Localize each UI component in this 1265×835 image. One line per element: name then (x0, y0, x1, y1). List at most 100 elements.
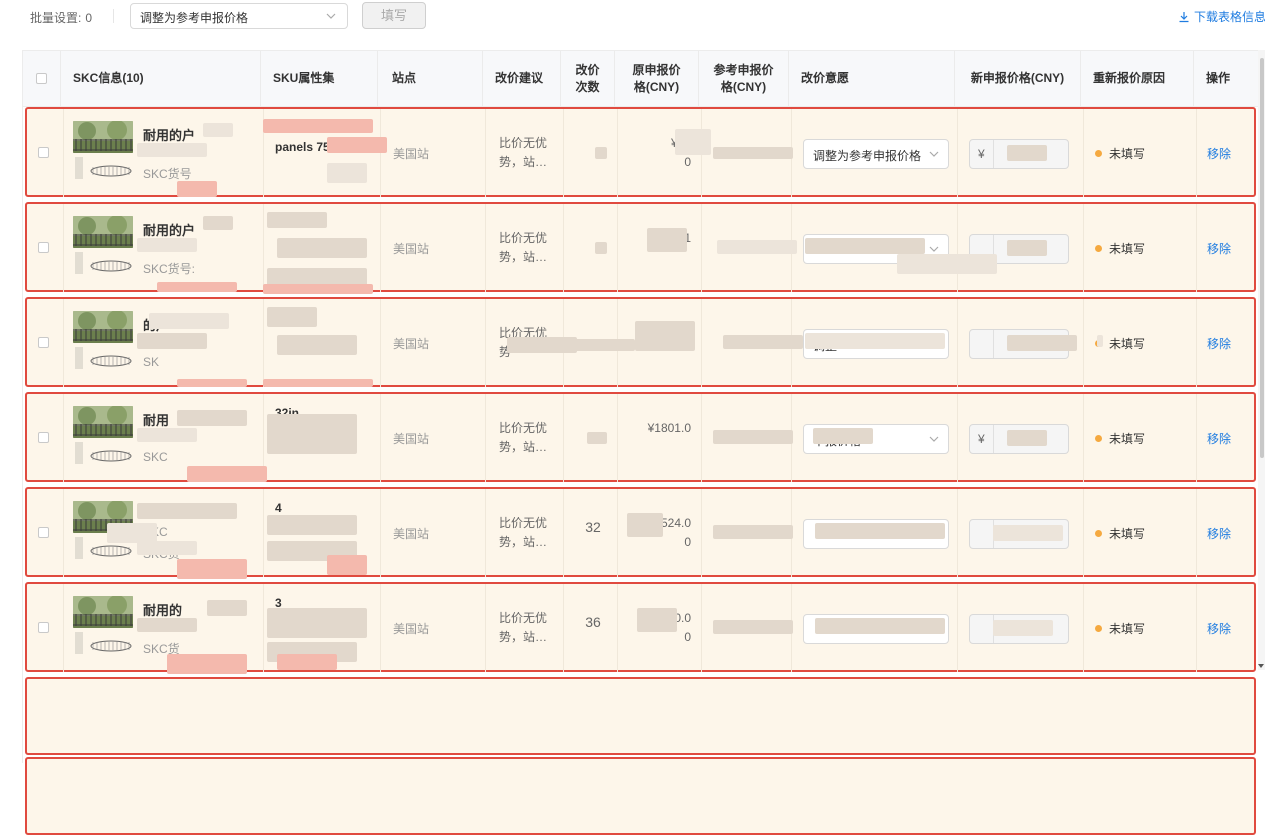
remove-link[interactable]: 移除 (1207, 525, 1231, 542)
redaction-blur (137, 238, 197, 252)
intent-select-value: 调整为参考申报价格 (813, 149, 922, 163)
column-divider (701, 584, 702, 672)
redaction-blur (267, 307, 317, 327)
redaction-blur (137, 503, 237, 519)
download-table-link[interactable]: 下载表格信息 (1178, 8, 1265, 25)
remove-link[interactable]: 移除 (1207, 145, 1231, 162)
redaction-blur (637, 608, 677, 632)
column-divider (563, 584, 564, 672)
suggestion-line: 势，站… (499, 440, 548, 454)
batch-adjust-select[interactable]: 调整为参考申报价格 (130, 3, 348, 29)
scroll-down-arrow-icon[interactable] (1257, 662, 1265, 670)
remove-link[interactable]: 移除 (1207, 335, 1231, 352)
product-thumbnail (73, 216, 133, 248)
skc-goods-number: SKC (143, 450, 168, 464)
fill-button[interactable]: 填写 (362, 2, 426, 29)
redaction-blur (647, 228, 687, 252)
batch-count: 0 (85, 11, 93, 25)
redaction-blur (815, 523, 945, 539)
table-row: SKCSKC货4p美国站比价无优势，站…321524.00 未填写移除 (25, 487, 1256, 579)
column-divider (957, 584, 958, 672)
column-divider (957, 299, 958, 387)
change-count: 32 (585, 519, 601, 535)
redaction-blur (277, 238, 367, 258)
redaction-blur (137, 541, 197, 555)
change-count: 36 (585, 614, 601, 630)
select-all-checkbox[interactable] (36, 73, 47, 84)
skc-name: 耐用的户 (143, 223, 196, 238)
column-divider (485, 584, 486, 672)
table-row: 的户SSK美国站比价无优势¥ 调整 未填写移除 (25, 297, 1256, 387)
redaction-blur (675, 129, 711, 155)
redaction-blur (713, 147, 793, 159)
remove-link[interactable]: 移除 (1207, 430, 1231, 447)
redaction-blur (137, 428, 197, 442)
product-thumbnail (73, 121, 133, 153)
scrollbar-thumb[interactable] (1260, 58, 1264, 458)
column-divider (957, 109, 958, 197)
price-suggestion[interactable]: 比价无优 势，站… (499, 609, 547, 647)
header-suggestion: 改价建议 (483, 51, 561, 106)
table-row: 耐用的户SKC:SKC货号7inch 28panels 75f美国站比价无优势，… (25, 107, 1256, 197)
column-divider (701, 489, 702, 577)
column-divider (485, 299, 486, 387)
redaction-blur (267, 414, 357, 454)
column-divider (1196, 299, 1197, 387)
download-icon (1179, 11, 1189, 22)
column-divider (957, 204, 958, 292)
column-divider (563, 109, 564, 197)
station: 美国站 (393, 147, 430, 161)
column-divider (263, 204, 264, 292)
product-thumbnail (73, 406, 133, 438)
row-checkbox[interactable] (38, 527, 49, 538)
column-divider (1196, 584, 1197, 672)
row-checkbox[interactable] (38, 622, 49, 633)
redaction-blur (267, 212, 327, 228)
column-divider (63, 299, 64, 387)
redaction-blur (157, 282, 237, 292)
fence-ring-icon (90, 545, 132, 557)
row-checkbox[interactable] (38, 242, 49, 253)
price-suggestion[interactable]: 比价无优 势，站… (499, 229, 547, 267)
price-suggestion[interactable]: 比价无优 势，站… (499, 514, 547, 552)
input-divider (993, 330, 994, 358)
row-checkbox[interactable] (38, 432, 49, 443)
skc-goods-number: SKC货号 (143, 167, 192, 181)
column-divider (485, 109, 486, 197)
status-text: 未填写 (1109, 432, 1146, 446)
download-label: 下载表格信息 (1194, 10, 1265, 24)
redaction-blur (1007, 335, 1077, 351)
column-divider (563, 394, 564, 482)
header-count: 改价次数 (561, 51, 615, 106)
column-divider (380, 204, 381, 292)
chevron-down-icon (326, 13, 336, 19)
column-divider (380, 109, 381, 197)
redaction-blur (1007, 430, 1047, 446)
chevron-down-icon (929, 436, 939, 442)
column-divider (1083, 394, 1084, 482)
status-dot (1095, 625, 1102, 632)
row-checkbox[interactable] (38, 147, 49, 158)
reason-status: 未填写 (1095, 525, 1145, 542)
fence-ring-icon (90, 260, 132, 272)
currency-symbol: ¥ (978, 432, 985, 446)
fence-ring-icon (90, 165, 132, 177)
station: 美国站 (393, 527, 430, 541)
product-thumbnail (73, 311, 133, 343)
redaction-blur (993, 525, 1063, 541)
intent-select[interactable]: 调整为参考申报价格 (803, 139, 949, 169)
station: 美国站 (393, 337, 430, 351)
suggestion-line: 势，站… (499, 630, 548, 644)
column-divider (263, 489, 264, 577)
price-suggestion[interactable]: 比价无优 势，站… (499, 419, 547, 457)
remove-link[interactable]: 移除 (1207, 620, 1231, 637)
redaction-blur (595, 147, 607, 159)
status-dot (1095, 530, 1102, 537)
row-checkbox[interactable] (38, 337, 49, 348)
redaction-blur (267, 515, 357, 535)
price-suggestion[interactable]: 比价无优 势，站… (499, 134, 547, 172)
remove-link[interactable]: 移除 (1207, 240, 1231, 257)
redaction-blur (203, 216, 233, 230)
redaction-blur (717, 240, 797, 254)
redaction-blur (267, 608, 367, 638)
